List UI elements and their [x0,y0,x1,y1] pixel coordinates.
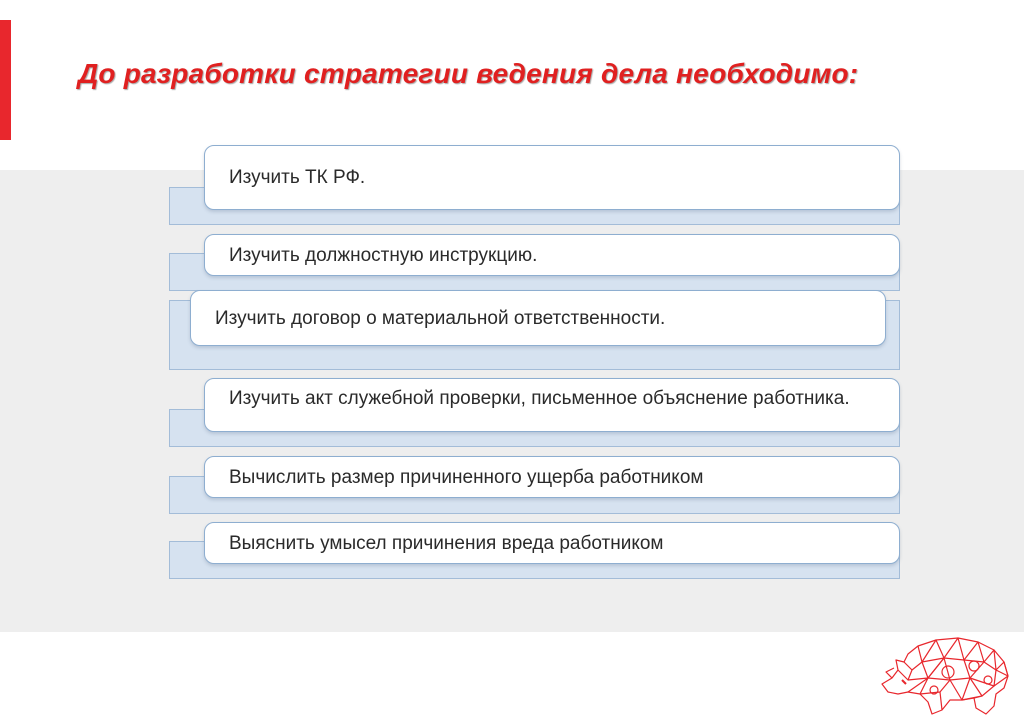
item-card: Выяснить умысел причинения вреда работни… [204,522,900,564]
item-card: Изучить ТК РФ. [204,145,900,210]
rhino-logo-icon [878,632,1014,718]
item-card: Изучить должностную инструкцию. [204,234,900,276]
item-card: Вычислить размер причиненного ущерба раб… [204,456,900,498]
item-card: Изучить договор о материальной ответстве… [190,290,886,346]
slide-title: До разработки стратегии ведения дела нео… [78,58,859,89]
red-accent-bar [0,20,11,140]
item-card: Изучить акт служебной проверки, письменн… [204,378,900,432]
